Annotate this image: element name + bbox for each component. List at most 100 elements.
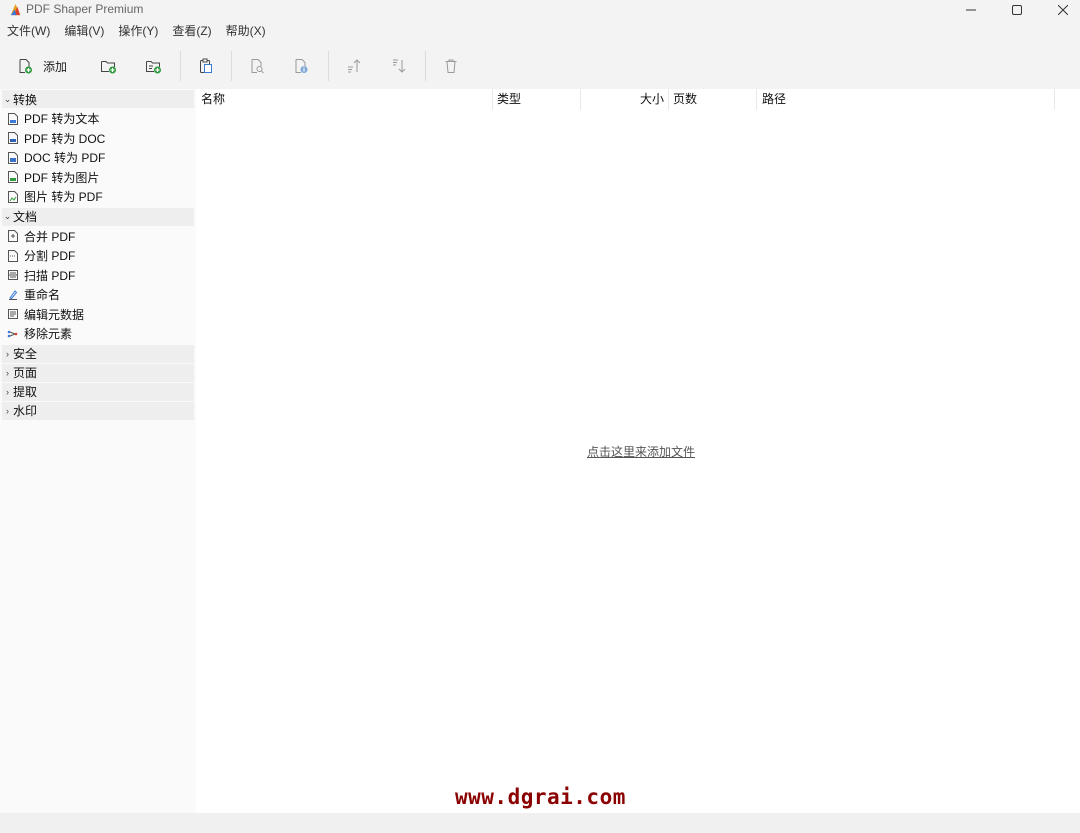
group-label: 安全 bbox=[13, 347, 38, 361]
table-header: 名称 类型 大小 页数 路径 bbox=[196, 89, 1080, 110]
group-convert[interactable]: ⌄ 转换 bbox=[2, 90, 194, 108]
properties-button[interactable] bbox=[293, 55, 309, 77]
delete-button[interactable] bbox=[443, 55, 459, 77]
sidebar-item-edit-metadata[interactable]: 编辑元数据 bbox=[0, 305, 196, 325]
merge-icon bbox=[7, 230, 18, 243]
column-header-pages[interactable]: 页数 bbox=[669, 89, 757, 110]
scan-icon bbox=[7, 269, 18, 281]
group-extract[interactable]: › 提取 bbox=[2, 382, 194, 401]
sidebar-item-image-to-pdf[interactable]: 图片 转为 PDF bbox=[0, 187, 196, 207]
add-file-button[interactable]: 添加 bbox=[17, 55, 67, 77]
sidebar-item-scan-pdf[interactable]: 扫描 PDF bbox=[0, 266, 196, 286]
minimize-icon bbox=[966, 9, 976, 11]
sidebar-item-label: 合并 PDF bbox=[24, 229, 76, 244]
trash-icon bbox=[445, 59, 457, 73]
chevron-right-icon: › bbox=[6, 386, 9, 397]
group-label: 转换 bbox=[13, 92, 38, 107]
add-folder-button[interactable] bbox=[100, 55, 117, 77]
metadata-icon bbox=[7, 308, 18, 320]
toolbar-separator bbox=[231, 51, 232, 81]
chevron-right-icon: › bbox=[6, 367, 9, 378]
sidebar: ⌄ 转换 PDF 转为文本 PDF 转为 DOC DOC 转为 PDF PDF … bbox=[0, 89, 196, 813]
chevron-down-icon: ⌄ bbox=[3, 93, 12, 104]
status-bar bbox=[0, 813, 1080, 833]
sidebar-item-label: 重命名 bbox=[24, 288, 61, 303]
menu-action[interactable]: 操作(Y) bbox=[111, 21, 165, 41]
split-icon bbox=[7, 249, 18, 262]
add-folder-icon bbox=[101, 61, 116, 74]
column-header-path[interactable]: 路径 bbox=[757, 89, 1055, 110]
group-document[interactable]: ⌄ 文档 bbox=[2, 207, 194, 226]
column-header-size[interactable]: 大小 bbox=[581, 89, 669, 110]
remove-elements-icon bbox=[7, 328, 18, 340]
add-button-label: 添加 bbox=[43, 59, 68, 74]
chevron-right-icon: › bbox=[6, 405, 9, 416]
menu-bar: 文件(W) 编辑(V) 操作(Y) 查看(Z) 帮助(X) bbox=[0, 21, 1080, 41]
toolbar-separator bbox=[328, 51, 329, 81]
add-folder-subdirs-button[interactable] bbox=[145, 55, 162, 77]
app-logo-icon bbox=[10, 3, 21, 16]
add-file-icon bbox=[19, 59, 32, 74]
group-security[interactable]: › 安全 bbox=[2, 344, 194, 363]
pdf-to-doc-icon bbox=[7, 132, 18, 145]
doc-to-pdf-icon bbox=[7, 151, 18, 164]
info-icon bbox=[295, 59, 308, 73]
menu-file[interactable]: 文件(W) bbox=[0, 21, 57, 41]
group-pages[interactable]: › 页面 bbox=[2, 363, 194, 382]
sidebar-item-pdf-to-doc[interactable]: PDF 转为 DOC bbox=[0, 129, 196, 149]
preview-button[interactable] bbox=[249, 55, 265, 77]
paste-button[interactable] bbox=[198, 55, 214, 77]
sidebar-item-label: 分割 PDF bbox=[24, 249, 76, 264]
chevron-right-icon: › bbox=[6, 348, 9, 359]
menu-view[interactable]: 查看(Z) bbox=[165, 21, 218, 41]
close-button[interactable] bbox=[1040, 0, 1080, 20]
group-label: 文档 bbox=[13, 210, 38, 224]
menu-help[interactable]: 帮助(X) bbox=[219, 21, 273, 41]
group-label: 水印 bbox=[13, 404, 38, 418]
toolbar: 添加 bbox=[0, 43, 1080, 89]
file-list[interactable]: 名称 类型 大小 页数 路径 点击这里来添加文件 bbox=[196, 89, 1080, 813]
title-bar: PDF Shaper Premium bbox=[0, 0, 1080, 20]
sidebar-item-label: PDF 转为文本 bbox=[24, 112, 100, 127]
sidebar-item-label: 图片 转为 PDF bbox=[24, 190, 103, 205]
sidebar-item-split-pdf[interactable]: 分割 PDF bbox=[0, 246, 196, 266]
minimize-button[interactable] bbox=[948, 0, 994, 20]
toolbar-separator bbox=[425, 51, 426, 81]
window-title: PDF Shaper Premium bbox=[26, 2, 144, 16]
sidebar-item-merge-pdf[interactable]: 合并 PDF bbox=[0, 227, 196, 247]
sidebar-item-label: 扫描 PDF bbox=[24, 268, 76, 283]
rename-icon bbox=[7, 289, 18, 301]
sidebar-item-pdf-to-image[interactable]: PDF 转为图片 bbox=[0, 168, 196, 188]
group-label: 提取 bbox=[13, 385, 38, 399]
column-header-type[interactable]: 类型 bbox=[493, 89, 581, 110]
sidebar-item-label: 移除元素 bbox=[24, 327, 73, 342]
sidebar-item-label: PDF 转为图片 bbox=[24, 170, 100, 185]
sort-down-icon bbox=[393, 59, 406, 73]
sidebar-item-pdf-to-text[interactable]: PDF 转为文本 bbox=[0, 109, 196, 129]
sidebar-item-rename[interactable]: 重命名 bbox=[0, 285, 196, 305]
sidebar-item-label: DOC 转为 PDF bbox=[24, 151, 106, 166]
group-label: 页面 bbox=[13, 366, 38, 380]
chevron-down-icon: ⌄ bbox=[3, 211, 12, 221]
move-down-button[interactable] bbox=[391, 55, 407, 77]
close-icon bbox=[1058, 5, 1068, 15]
sidebar-item-label: PDF 转为 DOC bbox=[24, 131, 106, 146]
pdf-to-image-icon bbox=[7, 171, 18, 184]
sort-up-icon bbox=[348, 59, 361, 73]
maximize-button[interactable] bbox=[994, 0, 1040, 20]
add-files-link[interactable]: 点击这里来添加文件 bbox=[587, 443, 695, 460]
toolbar-separator bbox=[180, 51, 181, 81]
watermark-text: www.dgrai.com bbox=[455, 785, 626, 809]
sidebar-item-doc-to-pdf[interactable]: DOC 转为 PDF bbox=[0, 148, 196, 168]
group-watermark[interactable]: › 水印 bbox=[2, 401, 194, 420]
sidebar-item-label: 编辑元数据 bbox=[24, 307, 85, 322]
maximize-icon bbox=[1012, 5, 1022, 15]
pdf-to-text-icon bbox=[7, 112, 18, 125]
column-header-name[interactable]: 名称 bbox=[196, 89, 493, 110]
sidebar-item-remove-elements[interactable]: 移除元素 bbox=[0, 324, 196, 344]
move-up-button[interactable] bbox=[346, 55, 362, 77]
preview-icon bbox=[251, 59, 264, 74]
menu-edit[interactable]: 编辑(V) bbox=[57, 21, 111, 41]
add-folder-tree-icon bbox=[146, 61, 161, 74]
clipboard-icon bbox=[200, 58, 212, 73]
